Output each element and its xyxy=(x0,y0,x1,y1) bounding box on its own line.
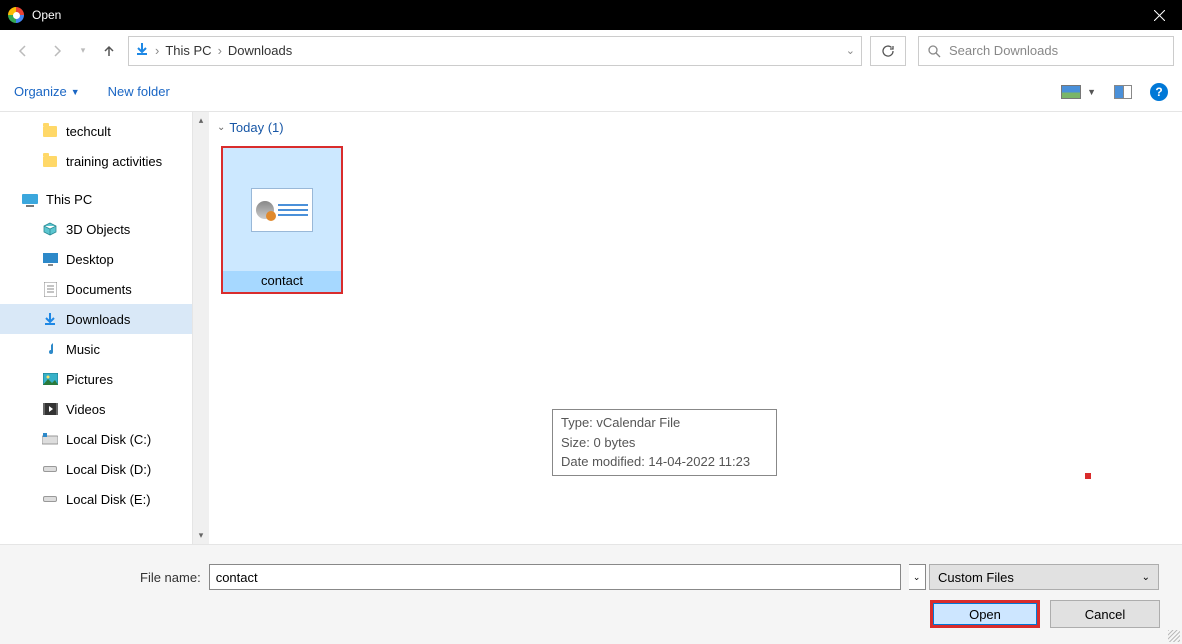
forward-button[interactable] xyxy=(42,36,72,66)
filename-label: File name: xyxy=(140,570,201,585)
scroll-down-icon[interactable]: ▾ xyxy=(193,527,209,544)
view-menu[interactable]: ▼ xyxy=(1061,85,1096,99)
organize-menu[interactable]: Organize ▼ xyxy=(14,84,80,99)
main-area: techcult training activities This PC 3D … xyxy=(0,112,1182,544)
tree-folder-techcult[interactable]: techcult xyxy=(0,116,192,146)
chevron-right-icon: › xyxy=(218,43,222,58)
up-button[interactable] xyxy=(94,36,124,66)
resize-grip[interactable] xyxy=(1168,630,1180,642)
filename-dropdown[interactable]: ⌄ xyxy=(909,564,926,590)
tree-local-disk-c[interactable]: Local Disk (C:) xyxy=(0,424,192,454)
music-icon xyxy=(42,341,58,357)
view-icon xyxy=(1061,85,1081,99)
address-bar[interactable]: › This PC › Downloads ⌄ xyxy=(128,36,862,66)
chevron-right-icon: › xyxy=(155,43,159,58)
filename-input[interactable] xyxy=(209,564,901,590)
cancel-button[interactable]: Cancel xyxy=(1050,600,1160,628)
chevron-down-icon: ⌄ xyxy=(1142,572,1150,583)
download-icon xyxy=(42,311,58,327)
title-bar: Open xyxy=(0,0,1182,30)
refresh-button[interactable] xyxy=(870,36,906,66)
tree-local-disk-e[interactable]: Local Disk (E:) xyxy=(0,484,192,514)
tree-music[interactable]: Music xyxy=(0,334,192,364)
bottom-panel: File name: ⌄ Custom Files ⌄ Open Cancel xyxy=(0,544,1182,644)
annotation-dot xyxy=(1085,473,1091,479)
group-header-today[interactable]: ⌄ Today (1) xyxy=(217,120,1182,135)
download-arrow-icon xyxy=(135,42,149,59)
documents-icon xyxy=(42,281,58,297)
tree-3d-objects[interactable]: 3D Objects xyxy=(0,214,192,244)
chrome-icon xyxy=(8,7,24,23)
desktop-icon xyxy=(42,251,58,267)
address-dropdown-icon[interactable]: ⌄ xyxy=(846,44,855,57)
file-list[interactable]: ⌄ Today (1) contact Type: vCalendar File… xyxy=(209,112,1182,544)
file-name-label: contact xyxy=(223,271,341,292)
navigation-tree: techcult training activities This PC 3D … xyxy=(0,112,192,544)
tree-videos[interactable]: Videos xyxy=(0,394,192,424)
file-item-contact[interactable]: contact xyxy=(221,146,343,294)
tree-desktop[interactable]: Desktop xyxy=(0,244,192,274)
disk-icon xyxy=(42,431,58,447)
new-folder-button[interactable]: New folder xyxy=(108,84,170,99)
help-button[interactable]: ? xyxy=(1150,83,1168,101)
folder-icon xyxy=(43,126,57,137)
tree-documents[interactable]: Documents xyxy=(0,274,192,304)
pc-icon xyxy=(22,194,38,204)
search-icon xyxy=(927,44,941,58)
window-title: Open xyxy=(32,8,1136,22)
chevron-down-icon: ⌄ xyxy=(217,122,225,133)
navigation-bar: ▾ › This PC › Downloads ⌄ Search Downloa… xyxy=(0,30,1182,72)
contact-file-icon xyxy=(251,188,313,232)
tree-pictures[interactable]: Pictures xyxy=(0,364,192,394)
caret-down-icon: ▼ xyxy=(71,87,80,97)
pictures-icon xyxy=(42,371,58,387)
recent-dropdown[interactable]: ▾ xyxy=(76,36,90,66)
search-placeholder: Search Downloads xyxy=(949,43,1058,58)
back-button[interactable] xyxy=(8,36,38,66)
disk-icon xyxy=(43,466,57,472)
tree-folder-training[interactable]: training activities xyxy=(0,146,192,176)
videos-icon xyxy=(42,401,58,417)
disk-icon xyxy=(43,496,57,502)
close-button[interactable] xyxy=(1136,0,1182,30)
sidebar-scrollbar[interactable]: ▴ ▾ xyxy=(192,112,209,544)
toolbar: Organize ▼ New folder ▼ ? xyxy=(0,72,1182,112)
preview-pane-button[interactable] xyxy=(1114,85,1132,99)
file-tooltip: Type: vCalendar File Size: 0 bytes Date … xyxy=(552,409,777,476)
search-box[interactable]: Search Downloads xyxy=(918,36,1174,66)
folder-icon xyxy=(43,156,57,167)
filetype-dropdown[interactable]: Custom Files ⌄ xyxy=(929,564,1159,590)
caret-down-icon: ▼ xyxy=(1087,87,1096,97)
tree-downloads[interactable]: Downloads xyxy=(0,304,192,334)
breadcrumb-downloads[interactable]: Downloads xyxy=(228,43,292,58)
tree-this-pc[interactable]: This PC xyxy=(0,184,192,214)
open-button[interactable]: Open xyxy=(930,600,1040,628)
tree-local-disk-d[interactable]: Local Disk (D:) xyxy=(0,454,192,484)
breadcrumb-this-pc[interactable]: This PC xyxy=(165,43,211,58)
scroll-up-icon[interactable]: ▴ xyxy=(193,112,209,129)
cube-icon xyxy=(42,221,58,237)
